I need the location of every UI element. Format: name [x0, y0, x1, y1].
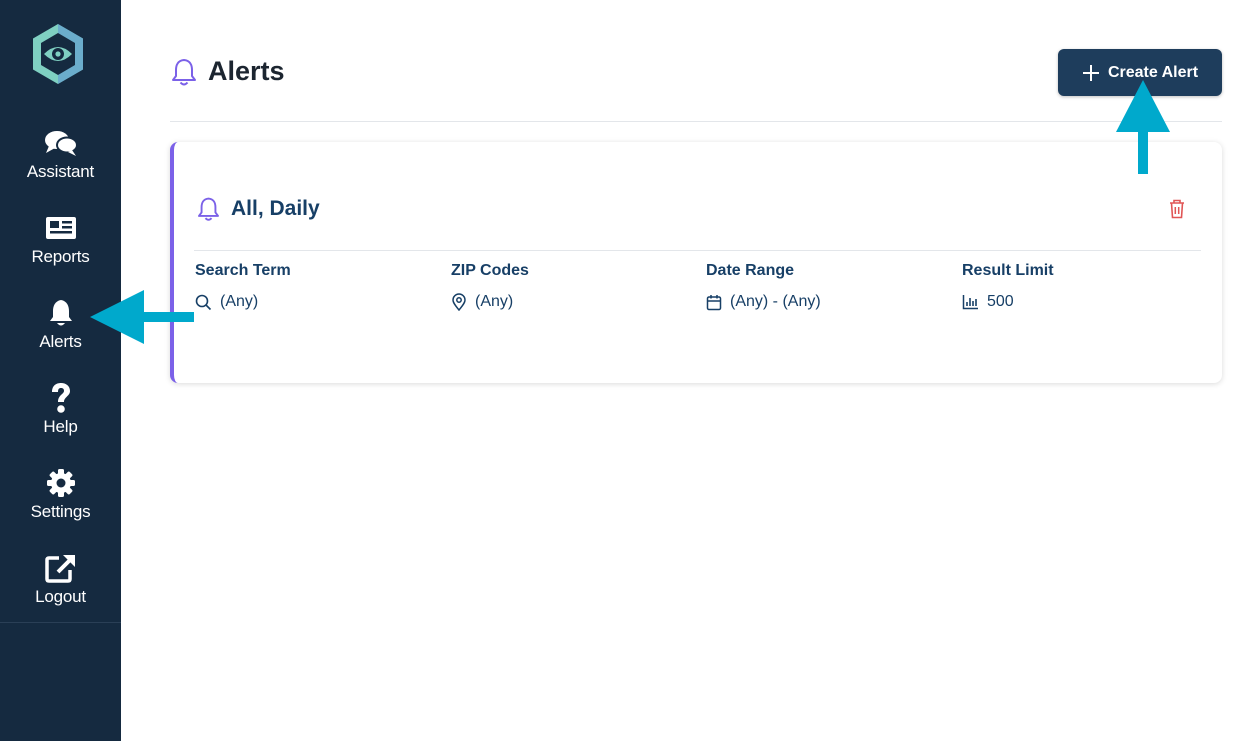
trash-icon[interactable]: [1167, 198, 1187, 220]
map-pin-icon: [452, 293, 466, 311]
sidebar-item-help[interactable]: Help: [0, 383, 121, 463]
external-link-icon: [44, 553, 77, 583]
field-label: Search Term: [195, 262, 291, 279]
comments-icon: [44, 128, 78, 158]
field-search-term: Search Term (Any): [195, 262, 291, 311]
gear-icon: [46, 468, 76, 498]
field-result-limit: Result Limit 500: [962, 262, 1054, 311]
annotation-arrow-up: [1116, 80, 1170, 174]
field-value: 500: [987, 293, 1014, 310]
sidebar-divider: [0, 622, 121, 623]
page-header: Alerts: [170, 56, 285, 87]
newspaper-icon: [44, 213, 78, 243]
header-divider: [170, 121, 1222, 122]
sidebar-item-label: Logout: [35, 587, 86, 606]
sidebar-item-label: Assistant: [26, 162, 95, 181]
sidebar-item-settings[interactable]: Settings: [0, 468, 121, 548]
field-date-range: Date Range (Any) - (Any): [706, 262, 821, 311]
field-value: (Any): [475, 293, 514, 310]
field-label: Result Limit: [962, 262, 1054, 279]
question-icon: [49, 383, 73, 413]
plus-icon: [1082, 64, 1099, 81]
annotation-arrow-left: [90, 290, 194, 344]
sidebar-item-reports[interactable]: Reports: [0, 213, 121, 293]
search-icon: [195, 294, 212, 310]
sidebar: Assistant Reports Alerts Help Settings L…: [0, 0, 121, 741]
page-title: Alerts: [208, 56, 285, 86]
alert-card-header: All, Daily: [196, 196, 320, 222]
bell-icon: [46, 298, 76, 328]
field-label: ZIP Codes: [451, 262, 529, 279]
sidebar-item-assistant[interactable]: Assistant: [0, 128, 121, 208]
bell-icon: [172, 58, 196, 85]
field-label: Date Range: [706, 262, 795, 279]
field-value: (Any) - (Any): [730, 293, 821, 310]
bell-icon: [198, 197, 219, 221]
field-zip-codes: ZIP Codes (Any): [451, 262, 529, 311]
logo-icon[interactable]: [29, 21, 87, 87]
sidebar-item-label: Reports: [31, 247, 90, 266]
alert-card[interactable]: All, Daily Search Term (Any) ZIP Codes (…: [170, 142, 1222, 383]
alert-card-title: All, Daily: [231, 197, 320, 220]
calendar-icon: [706, 294, 722, 310]
sidebar-item-label: Help: [43, 417, 78, 436]
sidebar-item-label: Alerts: [39, 332, 82, 351]
sidebar-item-logout[interactable]: Logout: [0, 553, 121, 633]
field-value: (Any): [220, 293, 259, 310]
bar-chart-icon: [962, 295, 978, 310]
sidebar-item-label: Settings: [30, 502, 91, 521]
create-alert-label: Create Alert: [1107, 63, 1199, 81]
card-divider: [194, 250, 1201, 251]
